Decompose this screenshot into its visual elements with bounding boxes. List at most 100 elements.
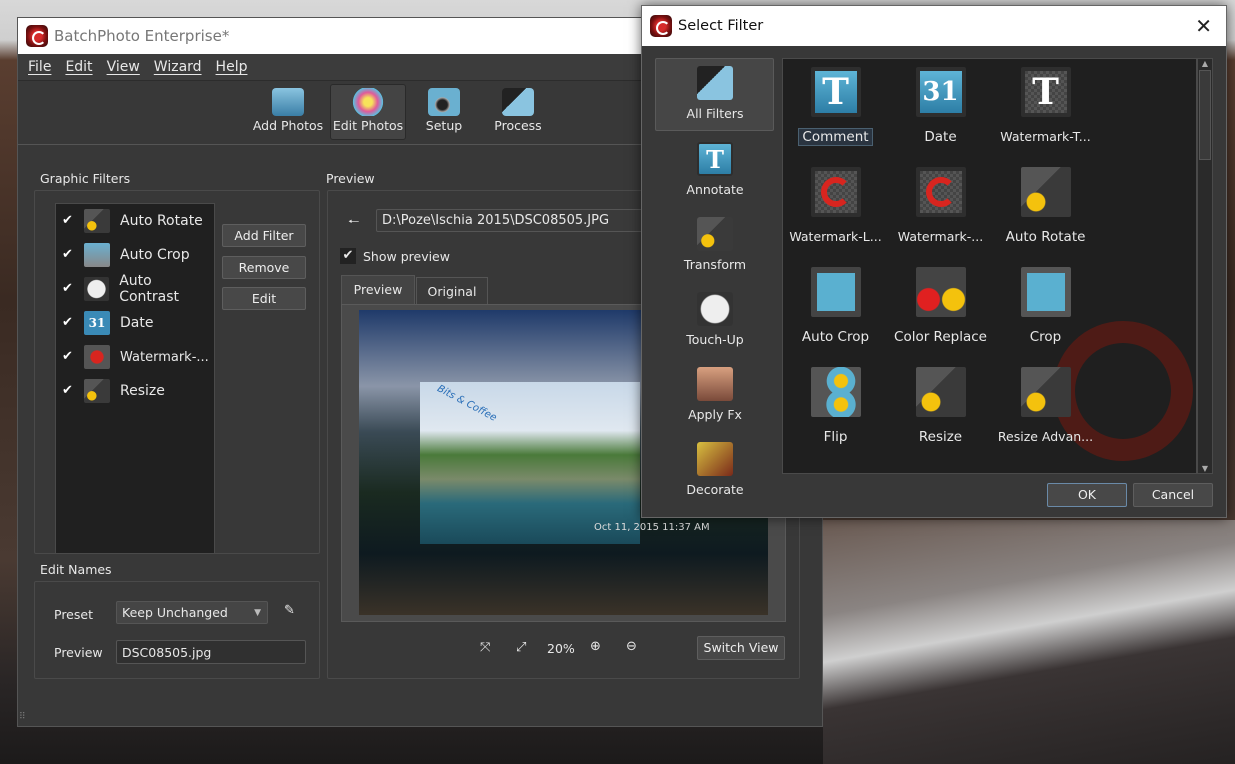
setup-button[interactable]: Setup [406,84,482,140]
filter-label: Auto Rotate [1005,229,1086,245]
all-filters-icon [697,66,733,100]
app-logo-icon [26,25,48,47]
filter-label: Date [924,129,957,145]
category-transform[interactable]: Transform [656,217,774,272]
category-label: Decorate [686,482,744,497]
apply-fx-icon [697,367,733,401]
checkbox[interactable]: ✔ [62,282,76,296]
edit-photos-button[interactable]: Edit Photos [330,84,406,140]
filter-grid: T Comment 31 Date T Watermark-T... Watermar… [782,58,1197,474]
auto-contrast-icon [83,277,110,301]
close-icon[interactable]: ✕ [1195,14,1212,38]
filter-item[interactable]: ✔ 31 Date [56,306,214,340]
zoom-out-icon[interactable]: ⊖ [626,639,637,654]
graphic-filters-heading: Graphic Filters [40,171,131,186]
show-preview-checkbox[interactable]: ✔ [340,248,356,264]
checkbox[interactable]: ✔ [62,350,76,364]
crop-icon [1020,267,1071,317]
file-path-field[interactable]: D:\Poze\Ischia 2015\DSC08505.JPG [376,209,666,232]
fullscreen-icon[interactable]: ⤢ [516,640,526,655]
filter-comment[interactable]: T Comment [783,67,888,146]
add-photos-label: Add Photos [252,118,324,133]
filter-item[interactable]: ✔ Auto Rotate [56,204,214,238]
checkbox[interactable]: ✔ [62,384,76,398]
filter-label: Resize [120,383,165,399]
watermark-logo-icon [810,167,861,217]
edit-names-frame [34,581,320,679]
resize-icon [84,379,110,403]
name-preview-field: DSC08505.jpg [116,640,306,664]
filter-item[interactable]: ✔ Resize [56,374,214,408]
filter-item[interactable]: ✔ Auto Contrast [56,272,214,306]
category-decorate[interactable]: Decorate [656,442,774,497]
preset-dropdown[interactable]: Keep Unchanged ▼ [116,601,268,624]
menu-wizard[interactable]: Wizard [154,59,202,75]
auto-crop-icon [810,267,861,317]
cancel-button[interactable]: Cancel [1133,483,1213,507]
filter-label: Auto Crop [120,247,190,263]
edit-filter-button[interactable]: Edit [222,287,306,310]
filter-resize[interactable]: Resize [888,367,993,445]
add-photos-button[interactable]: Add Photos [250,84,326,140]
auto-rotate-icon [84,209,110,233]
filter-auto-crop[interactable]: Auto Crop [783,267,888,345]
filter-flip[interactable]: Flip [783,367,888,445]
filter-label: Resize [918,429,963,445]
add-filter-button[interactable]: Add Filter [222,224,306,247]
category-label: Annotate [686,182,744,197]
menu-edit[interactable]: Edit [65,59,92,75]
category-all-filters[interactable]: All Filters [656,66,774,121]
fit-window-icon[interactable]: ⤧ [480,640,490,655]
transform-icon [697,217,733,251]
back-arrow-icon[interactable]: 🠐 [348,213,359,235]
pencil-edit-icon[interactable]: ✎ [284,603,295,618]
filter-item[interactable]: ✔ Auto Crop [56,238,214,272]
preset-value: Keep Unchanged [122,605,228,620]
zoom-in-icon[interactable]: ⊕ [590,639,601,654]
resize-icon [915,367,966,417]
category-label: All Filters [686,106,744,121]
filter-watermark-logo[interactable]: Watermark-L... [783,167,888,244]
checkbox[interactable]: ✔ [62,316,76,330]
filter-crop[interactable]: Crop [993,267,1098,345]
remove-filter-button[interactable]: Remove [222,256,306,279]
menu-file[interactable]: File [28,59,51,75]
tab-preview[interactable]: Preview [341,275,415,305]
filter-label: Flip [823,429,848,445]
filter-auto-rotate[interactable]: Auto Rotate [993,167,1098,245]
tab-original[interactable]: Original [416,277,488,305]
scroll-up-icon[interactable]: ▲ [1198,59,1212,68]
filter-label: Crop [1029,329,1062,345]
menu-view[interactable]: View [107,59,140,75]
scrollbar-thumb[interactable] [1199,70,1211,160]
edit-names-heading: Edit Names [40,562,112,577]
dialog-title: Select Filter [678,18,764,34]
category-annotate[interactable]: T Annotate [656,142,774,197]
menu-help[interactable]: Help [216,59,248,75]
checkbox[interactable]: ✔ [62,248,76,262]
ok-button[interactable]: OK [1047,483,1127,507]
window-title: BatchPhoto Enterprise* [54,27,230,45]
process-button[interactable]: Process [480,84,556,140]
category-label: Apply Fx [688,407,742,422]
switch-view-button[interactable]: Switch View [697,636,785,660]
scroll-down-icon[interactable]: ▼ [1198,464,1212,473]
filter-grid-scrollbar[interactable]: ▲ ▼ [1197,58,1213,474]
filter-label: Date [120,315,154,331]
checkbox[interactable]: ✔ [62,214,76,228]
flip-icon [810,367,861,417]
filter-resize-advanced[interactable]: Resize Advan... [993,367,1098,444]
auto-crop-icon [84,243,110,267]
filter-color-replace[interactable]: Color Replace [888,267,993,345]
filter-label: Auto Contrast [119,273,180,305]
filter-item[interactable]: ✔ Watermark-... [56,340,214,374]
category-apply-fx[interactable]: Apply Fx [656,367,774,422]
filter-date[interactable]: 31 Date [888,67,993,145]
dialog-title-bar: Select Filter ✕ [642,6,1226,46]
filter-watermark-text[interactable]: T Watermark-T... [993,67,1098,144]
date-icon: 31 [915,67,966,117]
resize-grip-icon[interactable]: ⠿ [19,712,26,722]
filter-watermark[interactable]: Watermark-... [888,167,993,244]
category-touch-up[interactable]: Touch-Up [656,292,774,347]
auto-rotate-icon [1020,167,1071,217]
